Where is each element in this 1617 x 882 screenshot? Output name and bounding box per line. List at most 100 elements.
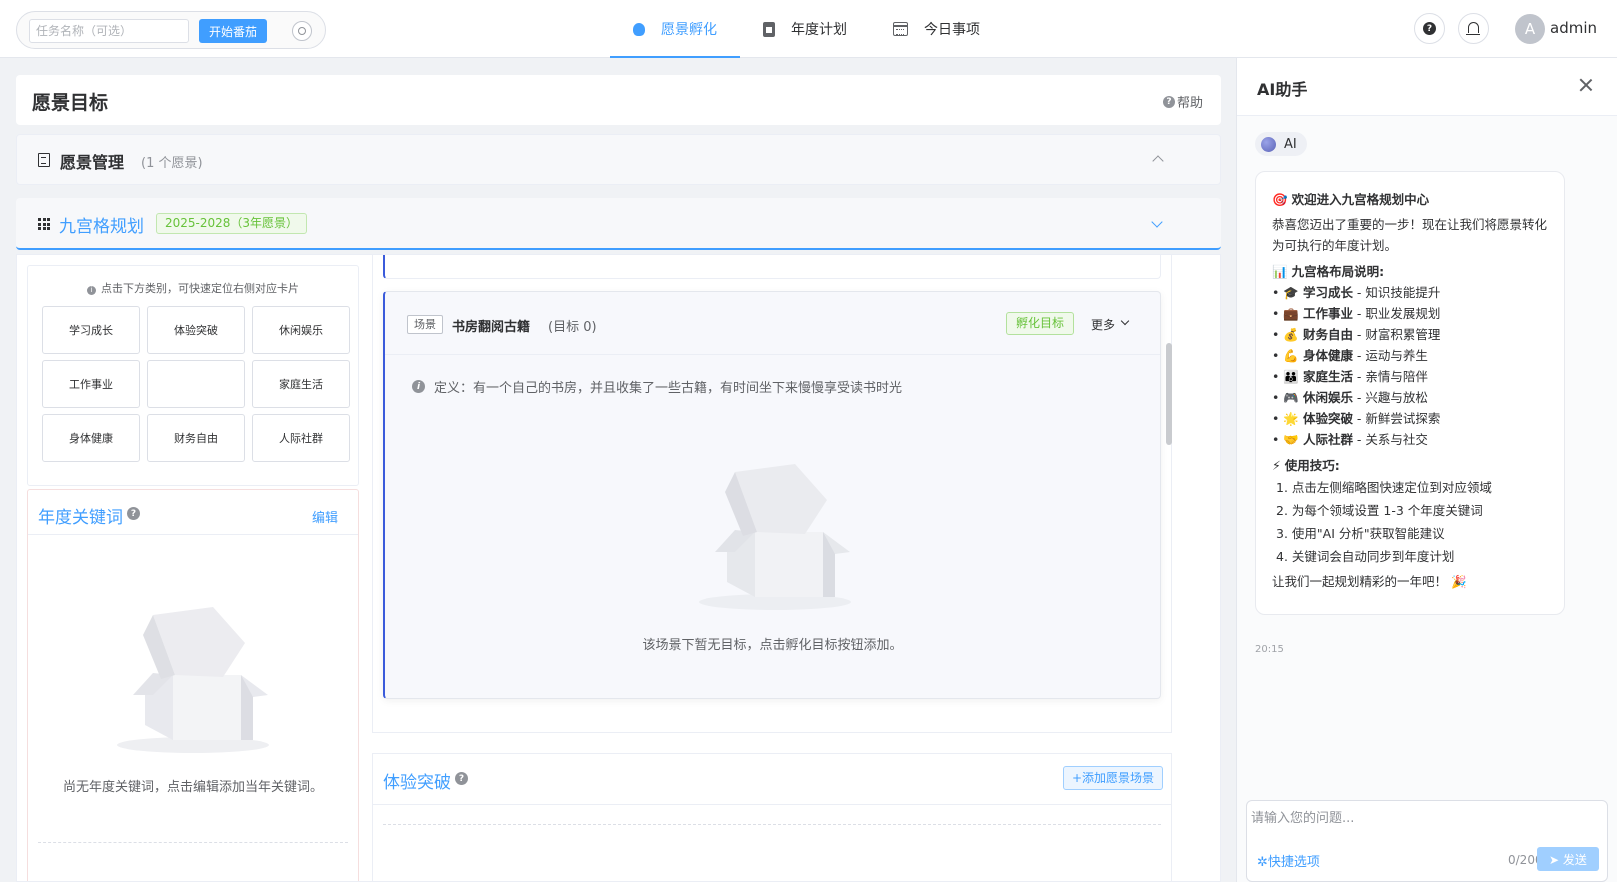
experience-section: 体验突破 ? +添加愿景场景 xyxy=(372,753,1172,881)
mini-grid-hint: i 点击下方类别，可快速定位右侧对应卡片 xyxy=(28,280,358,296)
tab-annual-plan[interactable]: 年度计划 xyxy=(740,0,870,58)
quick-options-link[interactable]: ✲快捷选项 xyxy=(1257,851,1320,870)
question-input[interactable] xyxy=(1251,807,1601,843)
mini-cell-social[interactable]: 人际社群 xyxy=(252,414,350,462)
mini-grid-cells: 学习成长 体验突破 休闲娱乐 工作事业 家庭生活 身体健康 财务自由 人际社群 xyxy=(42,306,350,462)
mini-cell-finance[interactable]: 财务自由 xyxy=(147,414,245,462)
calendar-icon xyxy=(893,22,908,36)
hatch-goal-button[interactable]: 孵化目标 xyxy=(1006,312,1075,335)
ai-sender-badge: AI xyxy=(1255,132,1307,156)
chevron-up-icon[interactable] xyxy=(1152,155,1164,167)
section-title: 愿景管理 xyxy=(60,153,125,172)
scene-tag: 场景 xyxy=(407,315,443,334)
family-icon: 👪 xyxy=(1283,369,1299,384)
page-title: 愿景目标 xyxy=(32,92,109,114)
ai-message: 🎯 欢迎进入九宫格规划中心 恭喜您迈出了重要的一步！现在让我们将愿景转化为可执行的… xyxy=(1255,171,1565,615)
chevron-down-icon[interactable] xyxy=(1120,316,1130,326)
list-item: 1. 点击左侧缩略图快速定位到对应领域 xyxy=(1276,480,1492,495)
user-name[interactable]: admin xyxy=(1550,19,1597,37)
edit-keywords-link[interactable]: 编辑 xyxy=(312,507,338,526)
pomodoro-widget: 开始番茄 xyxy=(16,11,326,49)
tab-today-items[interactable]: 今日事项 xyxy=(870,0,1003,58)
mini-cell-career[interactable]: 工作事业 xyxy=(42,360,140,408)
money-bag-icon: 💰 xyxy=(1283,327,1299,342)
bulb-icon xyxy=(633,22,645,36)
star-icon: 🌟 xyxy=(1283,411,1299,426)
question-icon: ? xyxy=(1162,95,1175,108)
message-heading: 🎯 欢迎进入九宫格规划中心 xyxy=(1272,192,1430,207)
ai-avatar-icon xyxy=(1261,136,1276,152)
avatar[interactable]: A xyxy=(1515,14,1545,44)
message-timestamp: 20:15 xyxy=(1255,644,1284,655)
previous-scene-card xyxy=(383,255,1161,279)
sparkle-icon: ✲ xyxy=(1257,855,1268,870)
list-item: • 🤝 人际社群 - 关系与社交 xyxy=(1272,432,1428,447)
question-icon[interactable]: ? xyxy=(127,507,140,520)
tab-label: 今日事项 xyxy=(924,22,980,38)
scene-card-header: 场景 书房翻阅古籍 (目标 0) 孵化目标 更多 xyxy=(385,292,1160,355)
chevron-down-icon[interactable] xyxy=(1151,216,1163,228)
chart-icon: 📊 xyxy=(1272,264,1288,279)
vision-management-header[interactable]: 愿景管理 (1 个愿景) xyxy=(16,134,1221,185)
mini-cell-experience[interactable]: 体验突破 xyxy=(147,306,245,354)
notification-button[interactable] xyxy=(1458,13,1489,44)
list-item: • 💪 身体健康 - 运动与养生 xyxy=(1272,348,1428,363)
divider xyxy=(373,804,1171,805)
more-dropdown[interactable]: 更多 xyxy=(1091,316,1115,333)
list-item: • 👪 家庭生活 - 亲情与陪伴 xyxy=(1272,369,1428,384)
section-title: 九宫格规划 xyxy=(59,217,144,237)
send-button[interactable]: ➤ 发送 xyxy=(1537,847,1599,871)
scene-card: 场景 书房翻阅古籍 (目标 0) 孵化目标 更多 i 定义：有一个自己的书房，并… xyxy=(383,291,1161,699)
scene-name: 书房翻阅古籍 xyxy=(452,320,531,335)
grid-plan-header[interactable]: 九宫格规划 2025-2028（3年愿景） xyxy=(16,198,1221,250)
scene-list: 场景 书房翻阅古籍 (目标 0) 孵化目标 更多 i 定义：有一个自己的书房，并… xyxy=(372,255,1172,733)
help-label: 帮助 xyxy=(1176,96,1203,111)
ai-panel-header: AI助手 xyxy=(1237,58,1617,116)
vision-count: (1 个愿景) xyxy=(141,156,203,171)
grid-icon xyxy=(38,218,50,230)
list-item: 3. 使用"AI 分析"获取智能建议 xyxy=(1276,526,1445,541)
message-closing: 让我们一起规划精彩的一年吧！ 🎉 xyxy=(1272,574,1467,589)
handshake-icon: 🤝 xyxy=(1283,432,1299,447)
scene-empty-text: 该场景下暂无目标，点击孵化目标按钮添加。 xyxy=(642,638,903,653)
annual-keywords-card: 年度关键词 ? 编辑 尚无年度关键词，点击编辑添加当年关键词。 xyxy=(27,489,359,881)
tab-vision-incubation[interactable]: 愿景孵化 xyxy=(610,0,740,58)
add-vision-scene-button[interactable]: +添加愿景场景 xyxy=(1062,766,1163,790)
gamepad-icon: 🎮 xyxy=(1283,390,1299,405)
list-item: 2. 为每个领域设置 1-3 个年度关键词 xyxy=(1276,503,1483,518)
mini-cell-center[interactable] xyxy=(147,360,245,408)
clipboard-icon xyxy=(763,21,775,37)
list-item: • 💼 工作事业 - 职业发展规划 xyxy=(1272,306,1441,321)
tab-label: 愿景孵化 xyxy=(661,22,717,38)
task-name-input[interactable] xyxy=(29,19,189,43)
empty-box-illustration xyxy=(699,464,851,610)
period-tag: 2025-2028（3年愿景） xyxy=(156,213,308,234)
start-pomodoro-button[interactable]: 开始番茄 xyxy=(199,19,267,43)
mini-cell-health[interactable]: 身体健康 xyxy=(42,414,140,462)
mini-cell-family[interactable]: 家庭生活 xyxy=(252,360,350,408)
help-button[interactable]: ? xyxy=(1414,13,1445,44)
close-icon[interactable] xyxy=(1579,78,1593,92)
graduation-cap-icon: 🎓 xyxy=(1283,285,1299,300)
help-link[interactable]: ? 帮助 xyxy=(1162,92,1203,111)
message-subheading: 📊 九宫格布局说明: xyxy=(1272,264,1385,279)
ai-input-box: ✲快捷选项 0/200 ➤ 发送 xyxy=(1246,800,1608,882)
gear-icon[interactable] xyxy=(292,21,312,41)
briefcase-icon: 💼 xyxy=(1283,306,1299,321)
divider xyxy=(383,824,1161,825)
muscle-icon: 💪 xyxy=(1283,348,1299,363)
list-item: • 💰 财务自由 - 财富积累管理 xyxy=(1272,327,1441,342)
info-icon: i xyxy=(87,286,96,295)
scene-goal-count: (目标 0) xyxy=(548,320,597,335)
bell-icon xyxy=(1466,22,1480,35)
question-icon[interactable]: ? xyxy=(455,772,468,785)
divider xyxy=(28,534,358,535)
top-bar: 开始番茄 愿景孵化 年度计划 今日事项 ? A admin xyxy=(0,0,1617,58)
mini-cell-learning[interactable]: 学习成长 xyxy=(42,306,140,354)
send-icon: ➤ xyxy=(1549,852,1563,867)
scrollbar[interactable] xyxy=(1166,343,1172,445)
target-icon: 🎯 xyxy=(1272,192,1288,207)
mini-cell-leisure[interactable]: 休闲娱乐 xyxy=(252,306,350,354)
info-icon: i xyxy=(412,380,425,393)
party-icon: 🎉 xyxy=(1451,574,1467,589)
